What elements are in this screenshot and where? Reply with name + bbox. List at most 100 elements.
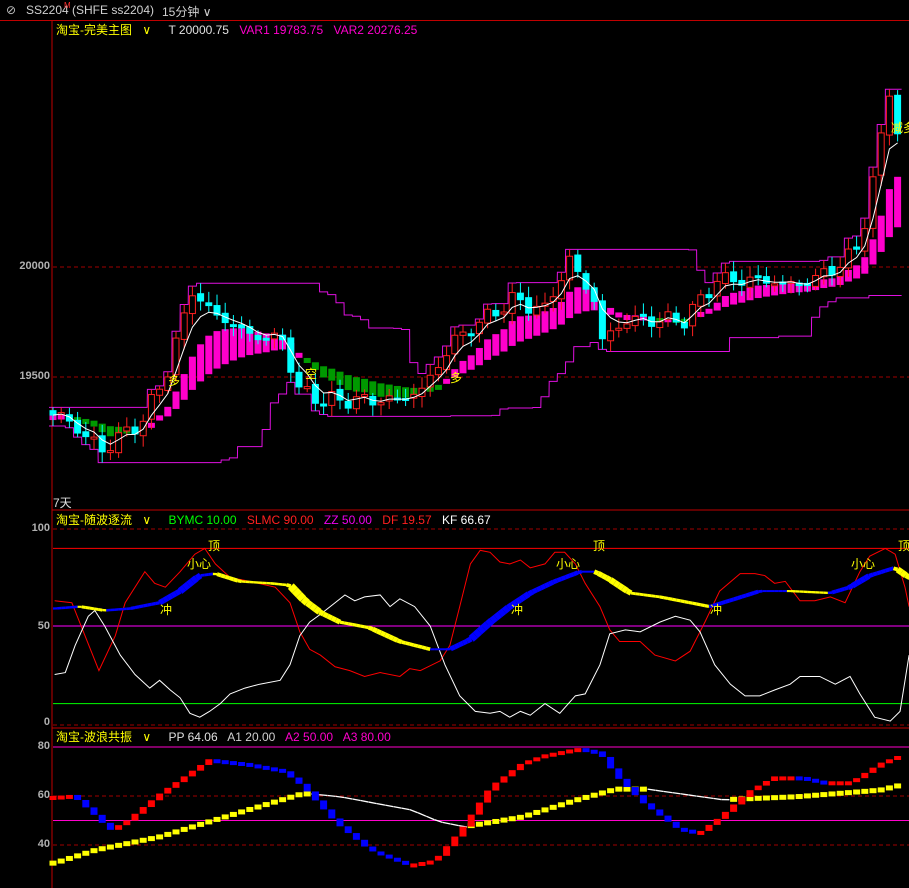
candle-body xyxy=(262,337,270,341)
ma-segment xyxy=(680,793,689,796)
trend-band-bar xyxy=(894,176,902,228)
trend-line-segment xyxy=(97,607,103,612)
pp-block xyxy=(188,770,196,777)
pp-value: PP 64.06 xyxy=(168,730,218,744)
pp-block xyxy=(680,827,688,832)
trend-line-segment xyxy=(851,580,859,589)
trend-line-segment xyxy=(232,577,239,583)
ma-block xyxy=(172,829,180,835)
trend-line-segment xyxy=(134,605,140,610)
pp-block xyxy=(336,818,344,827)
trend-band-bar xyxy=(607,307,615,315)
ma-segment xyxy=(442,821,451,825)
ma-block xyxy=(607,788,615,794)
trend-line-segment xyxy=(287,583,298,594)
trend-line-segment xyxy=(839,587,845,592)
ma-block xyxy=(246,806,254,812)
pp-block xyxy=(697,830,705,835)
ma-block xyxy=(303,791,311,797)
trend-line-segment xyxy=(593,569,600,576)
ma-block xyxy=(287,794,295,800)
pp-block xyxy=(74,794,82,800)
osc-indicator-selector[interactable]: 淘宝-随波逐流 ∨ xyxy=(56,513,158,527)
candle-body xyxy=(229,324,237,328)
ma-block xyxy=(853,789,861,795)
pp-block xyxy=(254,764,262,769)
pp-block xyxy=(229,761,237,766)
trend-line-segment xyxy=(612,580,621,588)
trend-line-segment xyxy=(292,587,302,598)
ma-block xyxy=(771,795,779,801)
link-icon[interactable]: ⊘ xyxy=(6,3,16,17)
trend-line-segment xyxy=(859,575,867,584)
candle-body xyxy=(639,313,647,317)
ma-block xyxy=(598,790,606,796)
trend-line-segment xyxy=(696,602,702,607)
chart-canvas[interactable] xyxy=(0,0,909,888)
ma-block xyxy=(254,804,262,810)
trend-line-segment xyxy=(880,568,886,574)
pp-block xyxy=(49,796,57,800)
trend-line-segment xyxy=(485,618,495,628)
ma-block xyxy=(533,809,541,815)
ma-block xyxy=(262,802,270,808)
wave-indicator-selector[interactable]: 淘宝-波浪共振 ∨ xyxy=(56,730,158,744)
y-tick-label: 80 xyxy=(37,740,50,752)
ma-block xyxy=(475,821,483,827)
pp-block xyxy=(705,824,713,831)
trend-line-segment xyxy=(741,593,747,599)
symbol-code[interactable]: SS2204 xyxy=(26,3,69,17)
ma-segment xyxy=(385,804,394,808)
pp-block xyxy=(631,787,639,796)
main-indicator-selector[interactable]: 淘宝-完美主图 ∨ xyxy=(56,23,158,37)
trend-line-segment xyxy=(560,575,567,581)
pp-block xyxy=(270,767,278,772)
trend-band-bar xyxy=(705,308,713,314)
period-selector[interactable]: 15分钟 ∨ xyxy=(162,3,212,20)
df-value: DF 19.57 xyxy=(382,513,432,527)
pp-block xyxy=(303,783,311,792)
pp-block xyxy=(721,811,729,819)
chevron-down-icon: ∨ xyxy=(139,730,152,744)
trend-line-segment xyxy=(737,594,743,600)
chevron-down-icon: ∨ xyxy=(139,23,152,37)
trend-band-bar xyxy=(566,291,574,319)
trend-band-bar xyxy=(615,312,623,318)
trend-band-bar xyxy=(713,302,721,311)
trend-line-segment xyxy=(228,576,235,582)
trend-band-bar xyxy=(369,381,377,396)
signal-top: 顶 xyxy=(208,539,221,553)
candle-body xyxy=(434,367,442,376)
ma-block xyxy=(754,795,762,801)
trend-line-segment xyxy=(684,600,689,604)
trend-band-bar xyxy=(320,366,328,378)
trend-band-bar xyxy=(90,420,98,427)
trend-line-segment xyxy=(831,589,837,595)
trend-line-segment xyxy=(237,578,242,584)
candle-body xyxy=(762,276,770,284)
trend-line-segment xyxy=(166,593,174,601)
trend-line-segment xyxy=(388,634,395,641)
trend-line-segment xyxy=(535,585,542,593)
pp-block xyxy=(795,776,803,781)
trend-band-bar xyxy=(213,331,221,369)
ma-segment xyxy=(688,794,697,797)
bymc-value: BYMC 10.00 xyxy=(168,513,237,527)
pp-block xyxy=(820,780,828,785)
pp-block xyxy=(492,782,500,791)
pp-block xyxy=(672,821,680,828)
trend-line-segment xyxy=(480,621,491,631)
trend-line-segment xyxy=(635,592,640,596)
trend-line-segment xyxy=(472,628,482,639)
candle-body xyxy=(697,294,705,307)
trend-band-bar xyxy=(508,321,516,346)
ma-block xyxy=(812,792,820,798)
ma-block xyxy=(295,792,303,798)
trend-line-segment xyxy=(651,594,656,598)
candle-body xyxy=(771,283,779,287)
trend-line-segment xyxy=(401,640,407,645)
var1-value: VAR1 19783.75 xyxy=(239,23,324,37)
ma-block xyxy=(74,853,82,859)
pp-block xyxy=(377,851,385,856)
pp-block xyxy=(147,800,155,808)
